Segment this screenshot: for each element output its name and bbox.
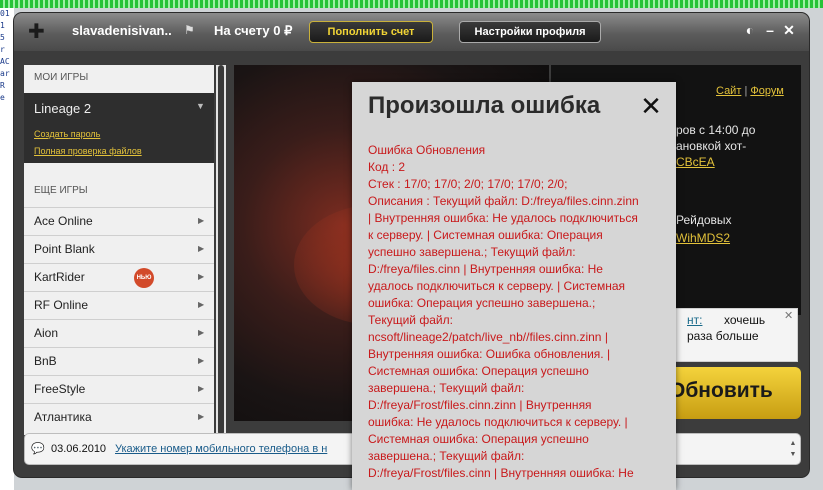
tip-link[interactable]: нт: [687,313,702,327]
more-games-header: ЕЩЕ ИГРЫ [34,185,88,196]
error-line: завершена.; Текущий файл: [368,449,525,463]
error-line: D:/freya/Frost/files.cinn.zinn | Внутрен… [368,398,592,412]
arrow-right-icon: ▶ [198,356,205,365]
error-dialog: Произошла ошибка ✕ Ошибка Обновления Код… [352,82,676,490]
bg-line: 01 [0,9,10,18]
background-window-text: 01 1 5 r AC ar R e [0,8,14,490]
error-line: Внутренняя ошибка: Ошибка обновления. | [368,347,611,361]
tip-text: хочешь [724,313,766,327]
error-line: ошибка: Операция успешно завершена.; [368,296,596,310]
error-line: завершена.; Текущий файл: [368,381,525,395]
game-label: Aion [34,326,59,340]
news-link[interactable]: CBcEA [676,155,715,169]
scrollbar-thumb[interactable] [218,65,224,435]
error-line: Системная ошибка: Операция успешно [368,364,589,378]
game-label: BnB [34,354,57,368]
news-link[interactable]: WihMDS2 [676,231,730,245]
error-line: Системная ошибка: Операция успешно [368,432,589,446]
status-stepper-icon[interactable]: ▲ ▼ [787,438,799,460]
bg-line: e [0,93,5,102]
error-line: Описания : Текущий файл: D:/freya/files.… [368,194,639,208]
forum-link[interactable]: Форум [750,85,783,97]
bg-line: R [0,81,5,90]
arrow-right-icon: ▶ [198,272,205,281]
sidebar-scrollbar[interactable] [216,65,226,435]
active-game-name[interactable]: Lineage 2 [34,101,91,116]
arrow-right-icon: ▶ [198,384,205,393]
collapse-arrow-icon[interactable]: ▼ [196,101,205,111]
create-password-link[interactable]: Создать пароль [34,129,100,139]
profile-settings-button[interactable]: Настройки профиля [459,21,601,43]
sidebar-item-rf-online[interactable]: RF Online ▶ [24,291,214,318]
arrow-right-icon: ▶ [198,244,205,253]
game-label: FreeStyle [34,382,86,396]
game-label: RF Online [34,298,89,312]
full-file-check-link[interactable]: Полная проверка файлов [34,146,142,156]
arrow-right-icon: ▶ [198,300,205,309]
error-line: удалось подключиться к серверу. | Систем… [368,279,625,293]
game-label: KartRider [34,270,85,284]
background-window-strip [0,0,823,8]
close-icon[interactable]: ✕ [640,93,662,119]
new-badge: НЬЮ [134,268,154,288]
arrow-right-icon: ▶ [198,328,205,337]
sidebar-item-atlantica[interactable]: Атлантика ▶ [24,403,214,430]
speech-bubble-icon: 💬 [31,443,45,455]
error-line: D:/freya/Frost/files.cinn | Внутренняя о… [368,466,634,480]
minimize-icon[interactable]: – [762,21,778,39]
balance-text: На счету 0 ₽ [214,23,293,38]
bg-line: ar [0,69,10,78]
news-links: Сайт | Форум [716,85,784,97]
error-line: успешно завершена.; Текущий файл: [368,245,576,259]
error-line: D:/freya/files.cinn | Внутренняя ошибка:… [368,262,603,276]
update-button-label: Обновить [669,379,773,402]
error-line: Код : 2 [368,160,406,174]
dialog-title: Произошла ошибка [368,92,601,119]
status-runner-icon: ⚑ [184,23,195,37]
game-label: Point Blank [34,242,95,256]
status-message-link[interactable]: Укажите номер мобильного телефона в н [115,443,327,455]
status-date: 03.06.2010 [51,443,107,455]
error-line: Текущий файл: [368,313,453,327]
game-label: Атлантика [34,410,92,424]
bg-line: AC [0,57,10,66]
bg-line: 1 [0,21,5,30]
game-label: Ace Online [34,214,93,228]
error-line: ошибка: Не удалось подключиться к сервер… [368,415,628,429]
error-line: Ошибка Обновления [368,143,486,157]
bg-line: r [0,45,5,54]
sidebar-item-bnb[interactable]: BnB ▶ [24,347,214,374]
sidebar-item-freestyle[interactable]: FreeStyle ▶ [24,375,214,402]
error-line: Стек : 17/0; 17/0; 2/0; 17/0; 17/0; 2/0; [368,177,568,191]
close-window-icon[interactable]: ✕ [781,21,797,39]
error-message: Ошибка Обновления Код : 2 Стек : 17/0; 1… [368,142,664,482]
sidebar-item-aion[interactable]: Aion ▶ [24,319,214,346]
news-text: ановкой хот- [676,139,747,153]
games-sidebar: МОИ ИГРЫ Lineage 2 ▼ Создать пароль Полн… [24,65,214,435]
clover-logo-icon: ✚ [28,21,45,43]
title-bar: ✚ slavadenisivan.. ⚑ На счету 0 ₽ Пополн… [14,13,809,51]
topup-button[interactable]: Пополнить счет [309,21,433,43]
links-separator: | [744,85,748,97]
bg-line: 5 [0,33,5,42]
arrow-right-icon: ▶ [198,216,205,225]
tip-close-icon[interactable]: ✕ [784,309,793,322]
my-games-header: МОИ ИГРЫ [34,72,89,83]
news-text: ров с 14:00 до [676,123,756,137]
news-text: Рейдовых [676,213,732,227]
error-line: к серверу. | Системная ошибка: Операция [368,228,603,242]
arrow-right-icon: ▶ [198,412,205,421]
error-line: | Внутренняя ошибка: Не удалось подключи… [368,211,638,225]
username: slavadenisivan.. [72,23,172,38]
site-link[interactable]: Сайт [716,85,741,97]
error-line: ncsoft/lineage2/patch/live_nb//files.cin… [368,330,608,344]
sidebar-item-ace-online[interactable]: Ace Online ▶ [24,207,214,234]
settings-icon[interactable]: ◐ [742,21,758,39]
active-game-panel: Lineage 2 ▼ Создать пароль Полная провер… [24,93,214,163]
tip-text: раза больше [687,329,759,343]
sidebar-item-point-blank[interactable]: Point Blank ▶ [24,235,214,262]
sidebar-item-kartrider[interactable]: KartRider НЬЮ ▶ [24,263,214,290]
